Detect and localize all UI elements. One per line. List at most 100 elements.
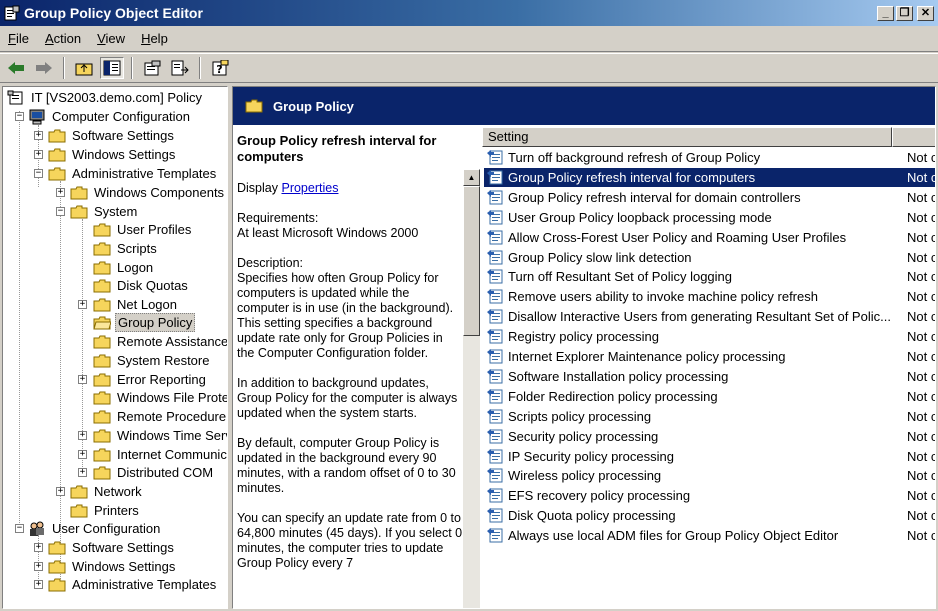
tree-root-policy[interactable]: IT [VS2003.demo.com] Policy (7, 88, 204, 107)
console-tree[interactable]: IT [VS2003.demo.com] Policy − Computer C… (2, 86, 228, 609)
expand-toggle[interactable]: + (34, 131, 43, 140)
menu-action[interactable]: Action (37, 31, 89, 46)
expand-toggle[interactable]: + (56, 188, 65, 197)
expand-toggle[interactable]: + (78, 431, 87, 440)
setting-row[interactable]: IP Security policy processing Not c (484, 447, 936, 466)
tree-net-logon[interactable]: Net Logon (93, 295, 179, 314)
setting-row[interactable]: EFS recovery policy processing Not c (484, 486, 935, 505)
scroll-up-arrow[interactable]: ▲ (463, 169, 480, 186)
setting-row[interactable]: Always use local ADM files for Group Pol… (484, 526, 935, 545)
expand-toggle[interactable]: + (34, 150, 43, 159)
setting-state: Not c (907, 468, 936, 484)
export-list-button[interactable] (168, 57, 192, 79)
setting-row[interactable]: Turn off Resultant Set of Policy logging… (484, 267, 936, 286)
setting-name: Always use local ADM files for Group Pol… (508, 528, 839, 544)
tree-group-policy[interactable]: Group Policy (93, 313, 196, 332)
expand-toggle[interactable]: + (34, 580, 43, 589)
folder-icon (93, 354, 111, 367)
tree-cc-administrative-templates[interactable]: Administrative Templates (48, 164, 218, 183)
collapse-toggle[interactable]: − (15, 112, 24, 121)
tree-cc-windows-settings[interactable]: Windows Settings (48, 145, 177, 164)
properties-button[interactable] (140, 57, 164, 79)
tree-uc-administrative-templates[interactable]: Administrative Templates (48, 575, 218, 594)
folder-icon (93, 298, 111, 311)
show-hide-tree-button[interactable] (100, 57, 124, 79)
tree-windows-file-protection[interactable]: Windows File Prote (93, 388, 227, 407)
tree-disk-quotas[interactable]: Disk Quotas (93, 276, 190, 295)
minimize-button[interactable]: _ (877, 5, 894, 21)
tree-windows-components[interactable]: Windows Components (70, 183, 226, 202)
restore-button[interactable]: ❐ (896, 5, 913, 21)
tree-remote-assistance[interactable]: Remote Assistance (93, 332, 227, 351)
setting-row[interactable]: Turn off background refresh of Group Pol… (484, 148, 935, 167)
menu-help[interactable]: Help (133, 31, 176, 46)
setting-row[interactable]: Registry policy processing Not c (484, 327, 935, 346)
setting-row[interactable]: Remove users ability to invoke machine p… (484, 287, 935, 306)
expand-toggle[interactable]: + (56, 487, 65, 496)
collapse-toggle[interactable]: − (34, 169, 43, 178)
back-button[interactable] (4, 57, 28, 79)
setting-state: Not c (907, 448, 936, 464)
setting-row[interactable]: Software Installation policy processing N… (484, 367, 935, 386)
open-folder-icon (245, 99, 263, 113)
help-button[interactable]: ? (208, 57, 232, 79)
tree-uc-windows-settings[interactable]: Windows Settings (48, 557, 177, 576)
setting-row[interactable]: Security policy processing Not c (484, 427, 935, 446)
column-header-state[interactable] (892, 127, 935, 147)
scroll-thumb[interactable] (463, 186, 480, 336)
tree-windows-time-service[interactable]: Windows Time Serv (93, 426, 227, 445)
up-one-level-button[interactable] (72, 57, 96, 79)
collapse-toggle[interactable]: − (56, 207, 65, 216)
expand-toggle[interactable]: + (34, 543, 43, 552)
tree-system[interactable]: System (70, 202, 139, 221)
title-bar[interactable]: Group Policy Object Editor _ ❐ ✕ (0, 0, 938, 26)
setting-row[interactable]: Group Policy slow link detection Not c (484, 248, 935, 267)
tree-remote-procedure[interactable]: Remote Procedure (93, 407, 227, 426)
column-header-setting[interactable]: Setting (482, 127, 892, 147)
expand-toggle[interactable]: + (78, 375, 87, 384)
tree-logon[interactable]: Logon (93, 258, 155, 277)
tree-label: Windows Settings (72, 147, 176, 162)
tree-cc-software-settings[interactable]: Software Settings (48, 126, 176, 145)
setting-row[interactable]: Disallow Interactive Users from generati… (484, 307, 935, 326)
tree-error-reporting[interactable]: Error Reporting (93, 370, 208, 389)
setting-row[interactable]: Scripts policy processing Not c (484, 407, 935, 426)
tree-user-profiles[interactable]: User Profiles (93, 220, 193, 239)
description-scrollbar[interactable]: ▲ (463, 169, 480, 608)
collapse-toggle[interactable]: − (15, 524, 24, 533)
setting-state: Not c (907, 269, 936, 285)
menu-view[interactable]: View (89, 31, 133, 46)
setting-row[interactable]: User Group Policy loopback processing mo… (484, 208, 935, 227)
setting-name: User Group Policy loopback processing mo… (508, 209, 772, 225)
menu-file[interactable]: File (0, 31, 37, 46)
tree-uc-software-settings[interactable]: Software Settings (48, 538, 176, 557)
tree-system-restore[interactable]: System Restore (93, 351, 211, 370)
setting-row[interactable]: Allow Cross-Forest User Policy and Roami… (484, 228, 935, 247)
properties-link[interactable]: Properties (281, 181, 338, 195)
requirements-label: Requirements: (237, 211, 319, 225)
setting-row[interactable]: Folder Redirection policy processing Not … (484, 387, 935, 406)
close-button[interactable]: ✕ (917, 5, 934, 21)
expand-toggle[interactable]: + (78, 468, 87, 477)
policy-setting-icon (487, 309, 503, 324)
tree-printers[interactable]: Printers (70, 501, 141, 520)
setting-row[interactable]: Group Policy refresh interval for comput… (484, 167, 935, 187)
expand-toggle[interactable]: + (78, 450, 87, 459)
folder-icon (93, 466, 111, 479)
setting-name: Security policy processing (508, 428, 659, 444)
setting-row[interactable]: Internet Explorer Maintenance policy pro… (484, 347, 935, 366)
tree-distributed-com[interactable]: Distributed COM (93, 463, 215, 482)
tree-computer-configuration[interactable]: Computer Configuration (28, 107, 192, 126)
setting-row[interactable]: Group Policy refresh interval for domain… (484, 188, 935, 207)
folder-icon (48, 578, 66, 591)
expand-toggle[interactable]: + (78, 300, 87, 309)
tree-scripts[interactable]: Scripts (93, 239, 159, 258)
folder-icon (93, 448, 111, 461)
setting-row[interactable]: Wireless policy processing Not c (484, 466, 936, 485)
tree-user-configuration[interactable]: User Configuration (28, 519, 162, 538)
expand-toggle[interactable]: + (34, 562, 43, 571)
tree-internet-communication[interactable]: Internet Communic (93, 445, 227, 464)
forward-button[interactable] (32, 57, 56, 79)
setting-row[interactable]: Disk Quota policy processing Not c (484, 506, 935, 525)
tree-network[interactable]: Network (70, 482, 144, 501)
